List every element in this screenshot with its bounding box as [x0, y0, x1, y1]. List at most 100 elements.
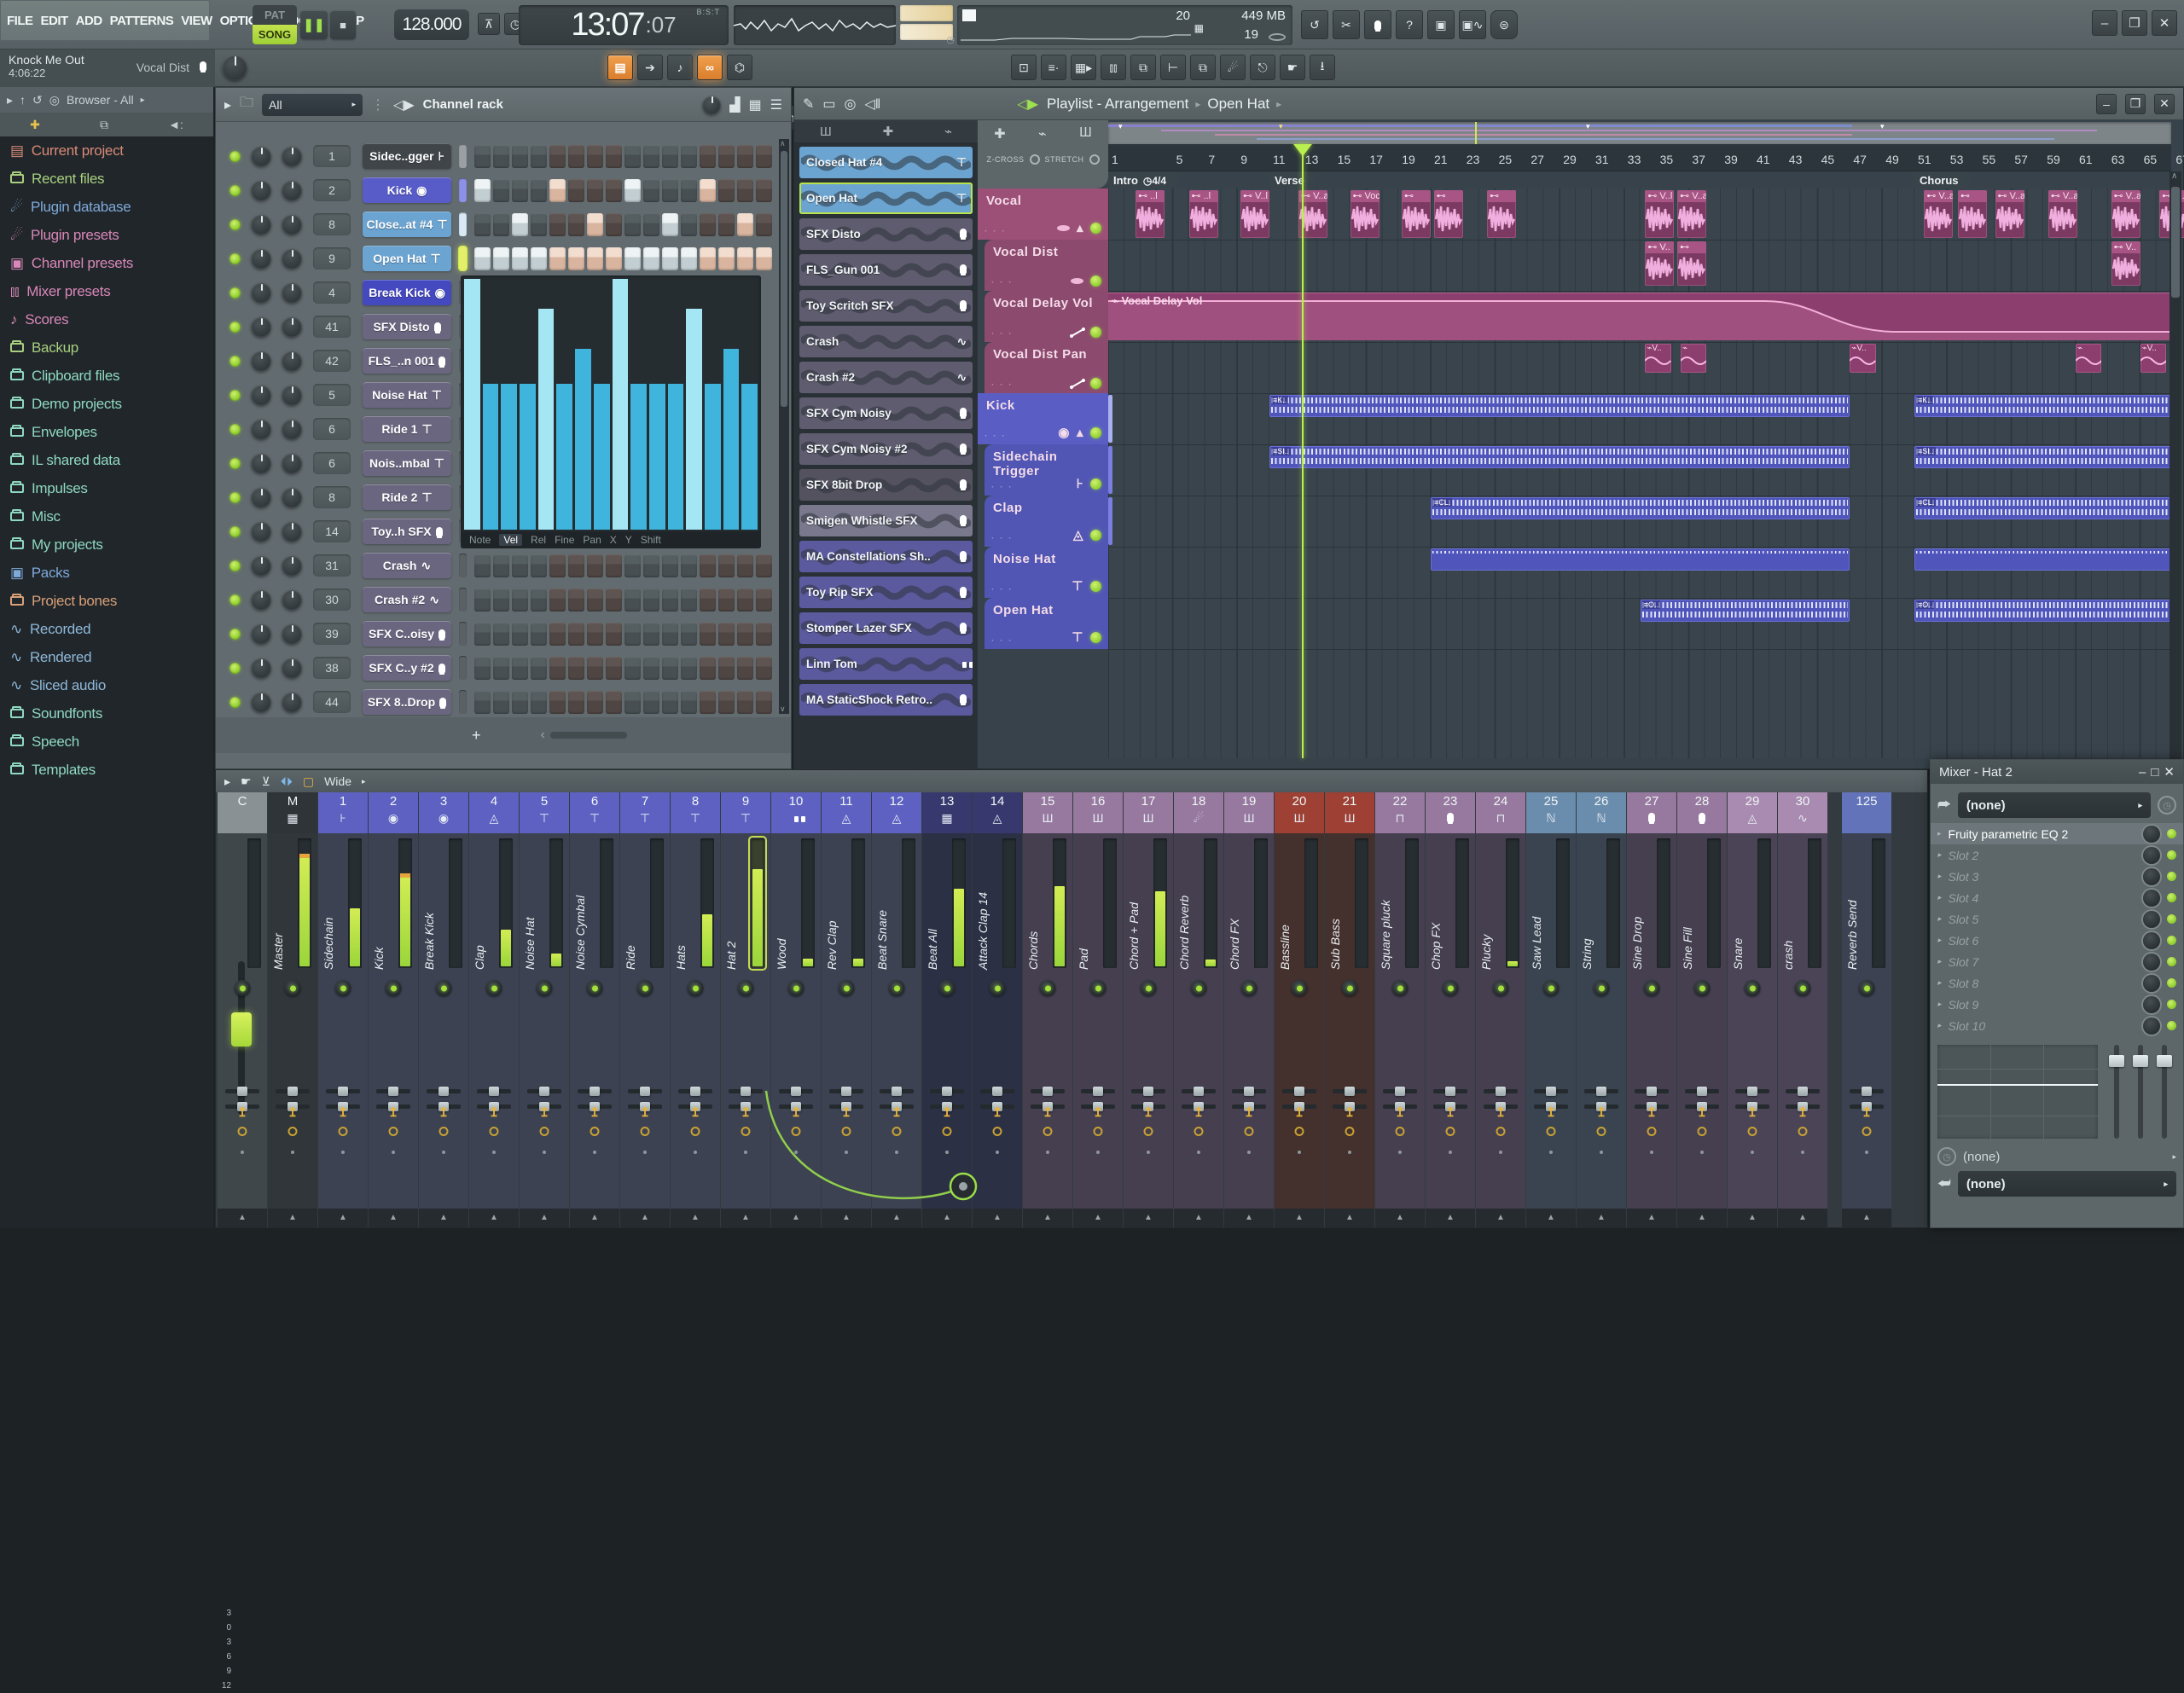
channel-number[interactable]: 8 — [313, 486, 351, 508]
channel-rack-icon[interactable]: ▦▸ — [1071, 55, 1096, 80]
velocity-bar[interactable] — [723, 349, 740, 530]
channel-selector[interactable] — [459, 588, 467, 612]
timeline-ruler[interactable]: 1 5 7 9 11 13 15 17 19 21 23 25 27 29 31 33 35 37 39 41 43 45… — [1108, 144, 2184, 171]
undo-icon[interactable]: ↺ — [1301, 10, 1328, 39]
fx-slot-4[interactable]: ▸ Slot 4 — [1931, 887, 2183, 908]
step-cell[interactable] — [549, 690, 566, 714]
step-cell[interactable] — [549, 588, 566, 612]
picker-item[interactable]: SFX Cym Noisy — [799, 397, 973, 429]
channel-button[interactable]: SFX C..oisy — [363, 621, 451, 646]
tab-files-icon[interactable]: ⧉ — [100, 118, 108, 132]
strip-slider-a[interactable] — [779, 1087, 813, 1096]
strip-led-knob[interactable] — [1089, 980, 1107, 996]
refresh-icon[interactable]: ↺ — [32, 93, 43, 107]
step-cell[interactable] — [568, 554, 584, 577]
strip-led-knob[interactable] — [435, 980, 452, 996]
track-header-noise-hat[interactable]: Noise Hat ⊤ · · · — [985, 547, 1108, 598]
audio-clip[interactable]: ⊷ V.. — [1645, 241, 1675, 286]
automation-clip[interactable]: ⌁ — [1680, 344, 1707, 373]
step-cell[interactable] — [587, 212, 603, 236]
step-cell[interactable] — [512, 144, 528, 168]
pattern-clip[interactable]: ≡O.. — [1914, 600, 2173, 622]
browser-item[interactable]: Soundfonts — [0, 699, 213, 728]
pan-knob[interactable] — [251, 351, 271, 371]
picker-item[interactable]: Crash #2 ∿ — [799, 362, 973, 393]
step-cell[interactable] — [624, 178, 641, 202]
menu-view[interactable]: VIEW — [181, 14, 212, 28]
fx-slot-2[interactable]: ▸ Slot 2 — [1931, 844, 2183, 866]
track-header-sidechain-trigger[interactable]: Sidechain Trigger ⊦ · · · — [985, 444, 1108, 496]
channel-number[interactable]: 6 — [313, 418, 351, 440]
mixer-strip-clap[interactable]: 4 ◬ Clap ↥ ▲ — [469, 792, 519, 1227]
strip-led-knob[interactable] — [586, 980, 603, 996]
playhead-line[interactable] — [1301, 144, 1304, 758]
pattern-clip[interactable]: ≡SI.. — [1269, 446, 1850, 468]
volume-knob[interactable] — [282, 248, 302, 269]
strip-bottom-arrow[interactable]: ▲ — [771, 1209, 821, 1227]
pan-knob[interactable] — [251, 282, 271, 303]
strip-slider-a[interactable] — [1484, 1087, 1518, 1096]
step-cell[interactable] — [756, 690, 772, 714]
fx-slot-8[interactable]: ▸ Slot 8 — [1931, 972, 2183, 994]
mixer-strip-chord-reverb[interactable]: 18 ☄ Chord Reverb ↥ ▲ — [1174, 792, 1223, 1227]
step-cell[interactable] — [737, 690, 753, 714]
channel-button[interactable]: Sidec..gger ⊦ — [363, 143, 451, 169]
step-cell[interactable] — [643, 588, 659, 612]
channel-button[interactable]: Crash #2 ∿ — [363, 587, 451, 612]
step-cell[interactable] — [737, 622, 753, 646]
strip-led-knob[interactable] — [838, 980, 855, 996]
strip-slider-a[interactable] — [930, 1087, 964, 1096]
channel-button[interactable]: FLS_..n 001 — [363, 348, 451, 374]
step-cell[interactable] — [756, 554, 772, 577]
channel-button[interactable]: Crash ∿ — [363, 553, 451, 578]
channel-enable-led[interactable] — [229, 287, 241, 299]
fx-slot-led[interactable] — [2167, 978, 2176, 988]
strip-slider-a[interactable] — [1333, 1087, 1367, 1096]
step-cell[interactable] — [662, 656, 678, 680]
step-cell[interactable] — [662, 588, 678, 612]
track-header-vocal[interactable]: Vocal ▴ · · · — [978, 188, 1108, 240]
strip-bottom-arrow[interactable]: ▲ — [1728, 1209, 1777, 1227]
step-cell[interactable] — [681, 246, 697, 270]
strip-slider-a[interactable] — [880, 1087, 914, 1096]
automation-strip-vocal-delay-vol[interactable]: ⌁ Vocal Delay Vol — [1108, 293, 2171, 340]
marker-intro[interactable]: Intro ◷4/4 — [1108, 171, 1179, 188]
mixer-strip-square-pluck[interactable]: 22 ⊓ Square pluck ↥ ▲ — [1375, 792, 1425, 1227]
strip-route-arrow[interactable]: ↥ — [237, 1105, 248, 1120]
audio-clip[interactable]: ⊷ V..al — [1677, 190, 1707, 238]
track-enable-led[interactable] — [1090, 222, 1101, 234]
strip-slider-a[interactable] — [628, 1087, 662, 1096]
channel-selector[interactable] — [459, 622, 467, 646]
step-cell[interactable] — [737, 144, 753, 168]
strip-route-arrow[interactable]: ↥ — [1294, 1105, 1305, 1120]
mixer-strip-c[interactable]: C ↥ ▲ — [218, 792, 267, 1227]
strip-slider-a[interactable] — [225, 1087, 259, 1096]
step-cell[interactable] — [549, 212, 566, 236]
mixer-strip-sine-fill[interactable]: 28 Sine Fill ↥ ▲ — [1677, 792, 1727, 1227]
step-cell[interactable] — [587, 622, 603, 646]
audio-clip[interactable]: ⊷ — [1487, 190, 1517, 238]
strip-bottom-arrow[interactable]: ▲ — [1174, 1209, 1223, 1227]
pl-close[interactable]: ✕ — [2154, 93, 2175, 114]
channel-enable-led[interactable] — [229, 457, 241, 469]
pan-knob[interactable] — [251, 487, 271, 507]
channel-enable-led[interactable] — [229, 423, 241, 435]
strip-slider-a[interactable] — [1786, 1087, 1820, 1096]
step-cell[interactable] — [643, 554, 659, 577]
channel-enable-led[interactable] — [229, 594, 241, 606]
channel-button[interactable]: SFX 8..Drop — [363, 689, 451, 715]
strip-route-arrow[interactable]: ↥ — [1862, 1105, 1873, 1120]
mixer-strip-bassline[interactable]: 20 Ш Bassline ↥ ▲ — [1275, 792, 1324, 1227]
step-cell[interactable] — [643, 656, 659, 680]
pan-knob[interactable] — [251, 316, 271, 337]
pan-knob[interactable] — [251, 589, 271, 610]
step-grid[interactable] — [474, 178, 775, 202]
strip-slider-a[interactable] — [1383, 1087, 1417, 1096]
pattern-clip[interactable] — [1431, 548, 1850, 571]
pan-knob[interactable] — [251, 385, 271, 405]
corner-pattern-icon[interactable]: Ш — [1079, 125, 1092, 142]
eq-slider-1[interactable] — [2109, 1045, 2124, 1139]
strip-route-arrow[interactable]: ↥ — [1647, 1105, 1658, 1120]
picker-item[interactable]: MA Constellations Sh.. — [799, 541, 973, 572]
fx-slot-led[interactable] — [2167, 872, 2176, 881]
